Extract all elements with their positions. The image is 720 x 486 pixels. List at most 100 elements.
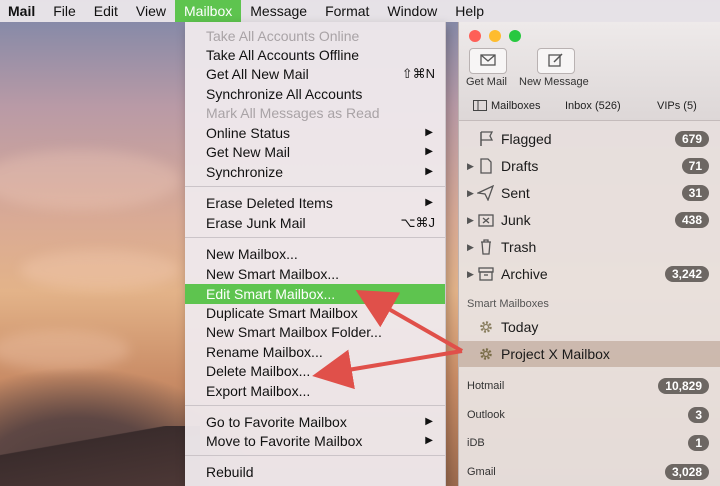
mailbox-label: Archive — [501, 266, 548, 282]
gear-icon — [480, 348, 492, 360]
new-message-button[interactable] — [537, 48, 575, 74]
account-row-outlook[interactable]: Outlook 3 — [459, 402, 720, 428]
menu-item-new-smart-mailbox-folder[interactable]: New Smart Mailbox Folder... — [185, 322, 445, 342]
menu-item-online-status[interactable]: Online Status ▶ — [185, 123, 445, 143]
compose-icon — [548, 53, 563, 67]
menu-mailbox[interactable]: Mailbox — [175, 0, 242, 22]
shortcut-label: ⌥⌘J — [400, 215, 435, 230]
cloud — [0, 330, 130, 370]
document-icon — [480, 158, 492, 174]
submenu-arrow-icon: ▶ — [425, 146, 433, 157]
cloud — [20, 250, 180, 290]
mailbox-label: Project X Mailbox — [501, 346, 610, 362]
mailbox-row-drafts[interactable]: ▶ Drafts 71 — [459, 153, 720, 179]
menu-item-rebuild[interactable]: Rebuild — [185, 462, 445, 482]
mailbox-label: Drafts — [501, 158, 539, 174]
account-label: Gmail — [467, 466, 496, 478]
smart-mailboxes-header: Smart Mailboxes — [467, 298, 549, 310]
smart-mailbox-row-project-x[interactable]: Project X Mailbox — [459, 341, 720, 367]
account-label: iDB — [467, 437, 485, 449]
mailbox-row-junk[interactable]: ▶ Junk 438 — [459, 207, 720, 233]
menu-separator — [185, 237, 445, 238]
menu-item-new-smart-mailbox[interactable]: New Smart Mailbox... — [185, 264, 445, 284]
gear-icon — [480, 321, 492, 333]
mailbox-label: Junk — [501, 212, 531, 228]
menu-item-delete-mailbox[interactable]: Delete Mailbox... — [185, 361, 445, 381]
count-badge: 438 — [674, 212, 709, 228]
submenu-arrow-icon: ▶ — [425, 435, 433, 446]
account-row-idb[interactable]: iDB 1 — [459, 430, 720, 456]
menu-edit[interactable]: Edit — [85, 0, 127, 22]
mailbox-label: Today — [501, 319, 539, 335]
menu-item-mark-all-read: Mark All Messages as Read — [206, 105, 380, 121]
account-label: Outlook — [467, 409, 505, 421]
menu-separator — [185, 186, 445, 187]
close-button[interactable] — [469, 30, 481, 42]
sidebar-icon — [473, 100, 487, 111]
count-badge: 3,242 — [664, 266, 709, 282]
shortcut-label: ⇧⌘N — [401, 66, 435, 81]
menu-item-take-all-online: Take All Accounts Online — [206, 28, 360, 44]
submenu-arrow-icon: ▶ — [425, 197, 433, 208]
mail-window: Get Mail New Message Mailboxes Inbox (52… — [458, 22, 720, 486]
disclosure-triangle-icon[interactable]: ▶ — [467, 207, 474, 233]
menu-item-get-all-new-mail[interactable]: Get All New Mail ⇧⌘N — [185, 64, 445, 84]
menu-view[interactable]: View — [127, 0, 175, 22]
favorite-vips[interactable]: VIPs (5) — [657, 100, 697, 112]
count-badge: 10,829 — [658, 378, 709, 394]
disclosure-triangle-icon[interactable]: ▶ — [467, 180, 474, 206]
menu-message[interactable]: Message — [241, 0, 316, 22]
mailbox-label: Sent — [501, 185, 530, 201]
menu-help[interactable]: Help — [446, 0, 493, 22]
desktop-dune — [0, 426, 200, 486]
mailbox-row-trash[interactable]: ▶ Trash — [459, 234, 720, 260]
count-badge: 71 — [681, 158, 709, 174]
account-row-hotmail[interactable]: Hotmail 10,829 — [459, 373, 720, 399]
menu-item-erase-junk[interactable]: Erase Junk Mail ⌥⌘J — [185, 213, 445, 233]
minimize-button[interactable] — [489, 30, 501, 42]
paper-plane-icon — [477, 185, 495, 201]
smart-mailbox-row-today[interactable]: Today — [459, 314, 720, 340]
menu-item-rename-mailbox[interactable]: Rename Mailbox... — [185, 342, 445, 362]
envelope-icon — [480, 54, 496, 66]
get-mail-button[interactable] — [469, 48, 507, 74]
favorite-mailboxes[interactable]: Mailboxes — [491, 100, 541, 112]
count-badge: 3 — [688, 407, 709, 423]
account-label: Hotmail — [467, 380, 505, 392]
mailbox-row-archive[interactable]: ▶ Archive 3,242 — [459, 261, 720, 287]
account-row-gmail[interactable]: Gmail 3,028 — [459, 459, 720, 485]
disclosure-triangle-icon[interactable]: ▶ — [467, 153, 474, 179]
disclosure-triangle-icon[interactable]: ▶ — [467, 261, 474, 287]
menu-item-move-to-favorite[interactable]: Move to Favorite Mailbox ▶ — [185, 431, 445, 451]
menu-item-duplicate-smart-mailbox[interactable]: Duplicate Smart Mailbox — [185, 303, 445, 323]
menu-bar: Mail File Edit View Mailbox Message Form… — [0, 0, 720, 22]
flag-icon — [480, 131, 494, 146]
menu-item-erase-deleted[interactable]: Erase Deleted Items ▶ — [185, 193, 445, 213]
zoom-button[interactable] — [509, 30, 521, 42]
disclosure-triangle-icon[interactable]: ▶ — [467, 234, 474, 260]
menu-item-get-new-mail[interactable]: Get New Mail ▶ — [185, 142, 445, 162]
submenu-arrow-icon: ▶ — [425, 416, 433, 427]
menu-format[interactable]: Format — [316, 0, 378, 22]
mailbox-row-flagged[interactable]: Flagged 679 — [459, 126, 720, 152]
menu-item-synchronize-all[interactable]: Synchronize All Accounts — [185, 84, 445, 104]
mailbox-label: Trash — [501, 239, 537, 255]
count-badge: 31 — [681, 185, 709, 201]
menu-item-go-to-favorite[interactable]: Go to Favorite Mailbox ▶ — [185, 412, 445, 432]
menu-item-synchronize[interactable]: Synchronize ▶ — [185, 162, 445, 182]
window-toolbar: Get Mail New Message Mailboxes Inbox (52… — [459, 22, 720, 121]
cloud — [0, 150, 180, 210]
menu-item-edit-smart-mailbox[interactable]: Edit Smart Mailbox... — [185, 284, 445, 304]
count-badge: 3,028 — [664, 464, 709, 480]
menu-window[interactable]: Window — [378, 0, 446, 22]
menu-item-export-mailbox[interactable]: Export Mailbox... — [185, 381, 445, 401]
junk-box-icon — [478, 214, 494, 227]
menu-item-take-all-offline[interactable]: Take All Accounts Offline — [185, 45, 445, 65]
mailbox-row-sent[interactable]: ▶ Sent 31 — [459, 180, 720, 206]
trash-icon — [481, 239, 491, 255]
favorite-inbox[interactable]: Inbox (526) — [565, 100, 621, 112]
menu-item-new-mailbox[interactable]: New Mailbox... — [185, 244, 445, 264]
submenu-arrow-icon: ▶ — [425, 166, 433, 177]
menu-mail[interactable]: Mail — [0, 0, 44, 22]
menu-file[interactable]: File — [44, 0, 85, 22]
